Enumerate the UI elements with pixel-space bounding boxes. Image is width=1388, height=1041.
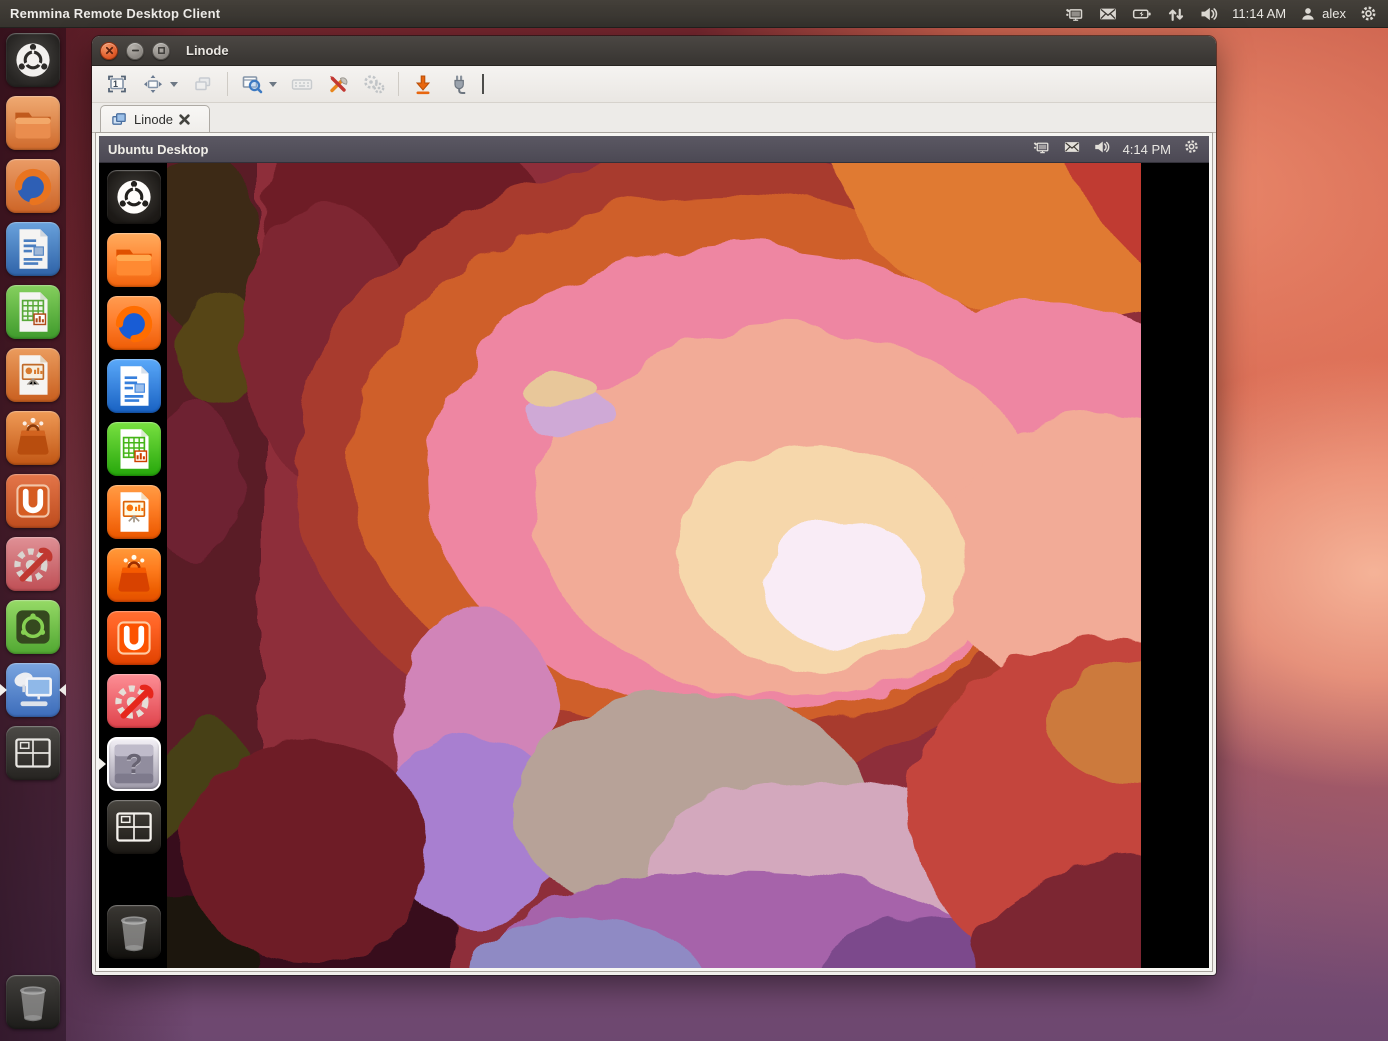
remote-unity-launcher: ? xyxy=(99,163,167,968)
username: alex xyxy=(1322,6,1346,21)
screenshot-button download-arrow-icon[interactable] xyxy=(406,70,440,98)
minimize-window-button[interactable] xyxy=(126,42,144,60)
toolbar-separator xyxy=(398,72,399,96)
launcher-item-system-settings gear-wrench-icon[interactable] xyxy=(6,537,60,591)
launcher-item-firefox firefox-icon[interactable] xyxy=(6,159,60,213)
remote-launcher-item-dash ubuntu-dash-icon[interactable] xyxy=(107,170,161,224)
remote-desktop-icon[interactable] xyxy=(1031,138,1051,161)
host-top-panel: Remmina Remote Desktop Client 11:14 AM a… xyxy=(0,0,1388,28)
connection-tools-button tools-icon[interactable] xyxy=(321,70,355,98)
remote-menubar-label[interactable]: Ubuntu Desktop xyxy=(108,142,208,157)
tab-linode[interactable]: Linode xyxy=(100,105,210,132)
maximize-icon xyxy=(157,46,166,55)
scale-dropdown-caret chevron-down-icon[interactable] xyxy=(269,82,277,87)
launcher-item-calc calc-icon[interactable] xyxy=(6,285,60,339)
launcher-item-writer writer-icon[interactable] xyxy=(6,222,60,276)
remote-indicator-area: 4:14 PM xyxy=(1031,138,1209,161)
launcher-item-workspace-switcher workspace-grid-icon[interactable] xyxy=(6,726,60,780)
launcher-item-impress impress-icon[interactable] xyxy=(6,348,60,402)
updown-arrows-icon[interactable] xyxy=(1166,4,1186,24)
tab-bar: Linode xyxy=(92,103,1216,133)
launcher-item-remmina remmina-icon[interactable] xyxy=(6,663,60,717)
remote-desktop-icon[interactable] xyxy=(1063,4,1085,24)
remote-clock[interactable]: 4:14 PM xyxy=(1123,142,1171,157)
active-app-title: Remmina Remote Desktop Client xyxy=(10,6,220,21)
launcher-item-home-folder folder-icon[interactable] xyxy=(6,96,60,150)
host-clock[interactable]: 11:14 AM xyxy=(1232,6,1286,21)
remote-focused-indicator-arrow xyxy=(99,758,106,770)
remote-session-icon xyxy=(111,111,128,128)
volume-icon[interactable] xyxy=(1093,138,1111,161)
unity-launcher xyxy=(0,28,66,1041)
duplicate-connection-button duplicate-icon xyxy=(186,70,220,98)
remote-launcher-item-software-center software-center-bag-icon[interactable] xyxy=(107,548,161,602)
minimize-icon xyxy=(131,46,140,55)
remmina-window: Linode 1 xyxy=(92,36,1216,975)
close-icon xyxy=(105,46,114,55)
remote-launcher-item-calc calc-icon[interactable] xyxy=(107,422,161,476)
window-titlebar: Linode xyxy=(92,36,1216,66)
remmina-toolbar: 1 xyxy=(92,66,1216,103)
remote-wallpaper xyxy=(167,163,1141,968)
remote-launcher-item-firefox firefox-icon[interactable] xyxy=(107,296,161,350)
session-gear-icon[interactable] xyxy=(1359,4,1378,23)
running-indicator-arrow xyxy=(0,684,7,696)
remote-launcher-item-home-folder folder-icon[interactable] xyxy=(107,233,161,287)
close-window-button[interactable] xyxy=(100,42,118,60)
remote-launcher-item-unknown question-mark-icon[interactable]: ? xyxy=(107,737,161,791)
resize-window-button resize-icon[interactable] xyxy=(136,70,170,98)
preferences-button gears-icon xyxy=(357,70,391,98)
launcher-item-trash trash-icon[interactable] xyxy=(6,975,60,1029)
launcher-item-ubuntu-one ubuntu-one-icon[interactable] xyxy=(6,474,60,528)
user-icon xyxy=(1299,5,1317,23)
remote-launcher-item-writer writer-icon[interactable] xyxy=(107,359,161,413)
user-menu[interactable]: alex xyxy=(1299,5,1346,23)
host-indicator-area: 11:14 AM alex xyxy=(1063,4,1388,24)
disconnect-button plug-icon[interactable] xyxy=(442,70,476,98)
launcher-item-dash ubuntu-dash-icon[interactable] xyxy=(6,33,60,87)
remote-top-panel: Ubuntu Desktop 4:14 PM xyxy=(99,136,1209,163)
launcher-item-software-center software-center-bag-icon[interactable] xyxy=(6,411,60,465)
text-cursor-bar xyxy=(482,74,484,94)
remote-desktop-viewport[interactable]: Ubuntu Desktop 4:14 PM xyxy=(96,133,1212,971)
resize-dropdown-caret chevron-down-icon[interactable] xyxy=(170,82,178,87)
launcher-item-ubuntu-software green-software-icon[interactable] xyxy=(6,600,60,654)
close-tab-icon[interactable] xyxy=(179,114,190,125)
question-mark-label: ? xyxy=(109,739,159,789)
remote-launcher-item-ubuntu-one ubuntu-one-icon[interactable] xyxy=(107,611,161,665)
toolbar-separator xyxy=(227,72,228,96)
tab-label: Linode xyxy=(134,112,173,127)
volume-icon[interactable] xyxy=(1199,4,1219,24)
mail-icon[interactable] xyxy=(1063,138,1081,161)
toggle-fullscreen-button fullscreen-icon[interactable]: 1 xyxy=(100,70,134,98)
session-gear-icon[interactable] xyxy=(1183,138,1200,160)
remote-desktop-body: ? xyxy=(99,163,1209,968)
remote-launcher-item-workspace-switcher workspace-grid-icon[interactable] xyxy=(107,800,161,854)
battery-charging-icon[interactable] xyxy=(1131,4,1153,24)
remote-launcher-item-impress impress-icon[interactable] xyxy=(107,485,161,539)
window-title: Linode xyxy=(186,43,229,58)
grab-keyboard-button keyboard-icon xyxy=(285,70,319,98)
fullscreen-badge: 1 xyxy=(113,79,118,89)
mail-icon[interactable] xyxy=(1098,4,1118,24)
remote-launcher-item-system-settings gear-wrench-icon[interactable] xyxy=(107,674,161,728)
scaled-mode-button magnifier-icon[interactable] xyxy=(235,70,269,98)
focused-indicator-arrow xyxy=(59,684,66,696)
remote-launcher-item-trash trash-icon[interactable] xyxy=(107,905,161,959)
maximize-window-button[interactable] xyxy=(152,42,170,60)
